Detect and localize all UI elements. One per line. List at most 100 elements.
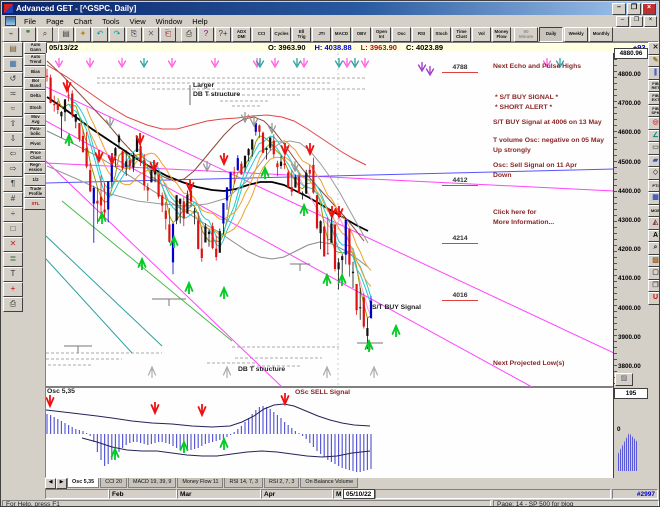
indicator-cci[interactable]: CCI	[252, 27, 271, 42]
oscillator-plot[interactable]	[45, 387, 613, 478]
study-xtl[interactable]: XTL	[24, 198, 47, 210]
indicator-ell-trig[interactable]: Ell Trig	[292, 27, 311, 42]
price-axis[interactable]: 4800.00 4700.00 4600.00 4500.00 4400.00 4300.…	[613, 53, 647, 387]
tab-cci-20[interactable]: CCI 20	[100, 478, 127, 488]
indicator-jti[interactable]: JTI	[312, 27, 331, 42]
page-print-icon[interactable]: ⎙	[3, 297, 23, 312]
study-trade-profile[interactable]: Trade Profile	[24, 186, 47, 198]
menu-help[interactable]: Help	[187, 16, 212, 27]
tab-macd-19-39-9[interactable]: MACD 19, 39, 9	[127, 478, 177, 488]
profile-tool[interactable]: ◭	[648, 217, 659, 230]
pencil-tool[interactable]: ✎	[648, 54, 659, 67]
select-region-tool[interactable]: ▢	[648, 267, 659, 280]
indicator-vol[interactable]: Vol	[472, 27, 491, 42]
indicator-obv[interactable]: OBV	[352, 27, 371, 42]
gann-lines-icon[interactable]: ≣	[3, 252, 23, 267]
tw-icon[interactable]: T	[3, 267, 23, 282]
help-icon[interactable]: ?	[198, 27, 214, 42]
values-icon[interactable]: #	[3, 192, 23, 207]
new-chart-icon[interactable]: ▤	[58, 27, 74, 42]
indicator-osc[interactable]: Osc	[392, 27, 411, 42]
study-regr-ession[interactable]: Regr-ession	[24, 162, 47, 174]
gann-circle-tool[interactable]: ◎	[648, 117, 659, 130]
minimize-button[interactable]: –	[612, 2, 626, 15]
study-stoch[interactable]: Stoch	[24, 102, 47, 114]
tab-rsi-14-7-3[interactable]: RSI 14, 7, 3	[224, 478, 263, 488]
indicator-open-int[interactable]: Open Int	[372, 27, 391, 42]
gann-fan-tool[interactable]: ∠	[648, 129, 659, 142]
copy-tool[interactable]: ❐	[648, 279, 659, 292]
quote-icon[interactable]: ❞	[20, 27, 36, 42]
study-pivot[interactable]: Pivot	[24, 138, 47, 150]
indicator-macd[interactable]: MACD	[332, 27, 351, 42]
study-auto-gann[interactable]: Auto Gann	[24, 42, 47, 54]
mdi-system-icon[interactable]	[5, 16, 16, 26]
chart-manager-icon[interactable]: ▤	[3, 42, 23, 57]
context-help-icon[interactable]: ?+	[215, 27, 231, 42]
auto-rescale-icon[interactable]: ↺	[3, 72, 23, 87]
tab-money-flow-11[interactable]: Money Flow 11	[177, 478, 224, 488]
fib-retracement-tool[interactable]: FIB RET	[648, 79, 659, 92]
mdi-restore-button[interactable]: ❐	[630, 15, 643, 27]
import-icon[interactable]: ↶	[92, 27, 108, 42]
scroll-down-icon[interactable]: ⇩	[3, 132, 23, 147]
oscillator-canvas[interactable]	[45, 388, 612, 477]
more-info-link[interactable]: Click here for	[493, 209, 536, 216]
data-link-icon[interactable]: ⌁	[3, 27, 19, 42]
add-study-icon[interactable]: +	[3, 282, 23, 297]
indicator-money-flow[interactable]: Money Flow	[492, 27, 511, 42]
delete-icon[interactable]: ✕	[143, 27, 159, 42]
divide-icon[interactable]: ÷	[3, 207, 23, 222]
indicator-cycles[interactable]: Cycles	[272, 27, 291, 42]
elliott-icon[interactable]: ≈	[3, 102, 23, 117]
box-select-icon[interactable]: □	[3, 222, 23, 237]
studies-icon[interactable]: ≍	[3, 87, 23, 102]
lines-icon[interactable]: ✕	[3, 237, 23, 252]
indicator-rsi[interactable]: RSI	[412, 27, 431, 42]
menu-window[interactable]: Window	[151, 16, 188, 27]
indicator-stoch[interactable]: Stoch	[432, 27, 451, 42]
scroll-left-icon[interactable]: ⇦	[3, 147, 23, 162]
erase-tool[interactable]: ✕	[648, 42, 659, 55]
ellipse-tool[interactable]: ▰	[648, 154, 659, 167]
tab-rsi-2-7-3[interactable]: RSI 2, 7, 3	[263, 478, 300, 488]
print-icon[interactable]: ⎙	[181, 27, 197, 42]
scroll-right-icon[interactable]: ⇨	[3, 162, 23, 177]
study-bol-band[interactable]: Bol Band	[24, 78, 47, 90]
page-layout-icon[interactable]: ▦	[3, 57, 23, 72]
refresh-page-icon[interactable]: ⎗	[160, 27, 176, 42]
menu-chart[interactable]: Chart	[69, 16, 97, 27]
tab-on-balance-volume[interactable]: On Balance Volume	[300, 478, 359, 488]
study-bias[interactable]: Bias	[24, 66, 47, 78]
indicator-time-clust[interactable]: Time Clust	[452, 27, 471, 42]
zoom-tool[interactable]: ⌕	[648, 242, 659, 255]
mob-tool[interactable]: MOB	[648, 204, 659, 217]
pti-tool[interactable]: PTI	[648, 179, 659, 192]
trendline-tool[interactable]: ∥	[648, 67, 659, 80]
maximize-button[interactable]: ❐	[627, 2, 641, 15]
more-info-link[interactable]: More Information...	[493, 219, 554, 226]
box-tool[interactable]: ▭	[648, 142, 659, 155]
period-daily[interactable]: Daily	[539, 27, 564, 42]
period-monthly[interactable]: Monthly	[589, 27, 614, 42]
axis-properties-button[interactable]: ▨	[615, 373, 633, 386]
find-icon[interactable]: ⌕	[37, 27, 53, 42]
period-60-minute[interactable]: 60 Minute	[514, 27, 539, 42]
indicator-adx-dmi[interactable]: ADX DMI	[232, 27, 251, 42]
color-tool[interactable]: ▨	[648, 254, 659, 267]
fib-spiral-tool[interactable]: FIB SPK	[648, 104, 659, 117]
menu-tools[interactable]: Tools	[97, 16, 125, 27]
text-tool[interactable]: A	[648, 229, 659, 242]
mdi-close-button[interactable]: ×	[644, 15, 657, 27]
time-cluster-tool[interactable]: ▦	[648, 192, 659, 205]
rhombus-tool[interactable]: ◇	[648, 167, 659, 180]
study-1-2[interactable]: 1/2	[24, 174, 47, 186]
study-delta[interactable]: Delta	[24, 90, 47, 102]
study-para-bolic[interactable]: Para-bolic	[24, 126, 47, 138]
price-label-icon[interactable]: ¶	[3, 177, 23, 192]
scroll-up-icon[interactable]: ⇧	[3, 117, 23, 132]
study-price-clust[interactable]: Price Clust	[24, 150, 47, 162]
study-auto-trend[interactable]: Auto Trend	[24, 54, 47, 66]
copy-page-icon[interactable]: ⎘	[126, 27, 142, 42]
undo-tool[interactable]: U	[648, 292, 659, 305]
